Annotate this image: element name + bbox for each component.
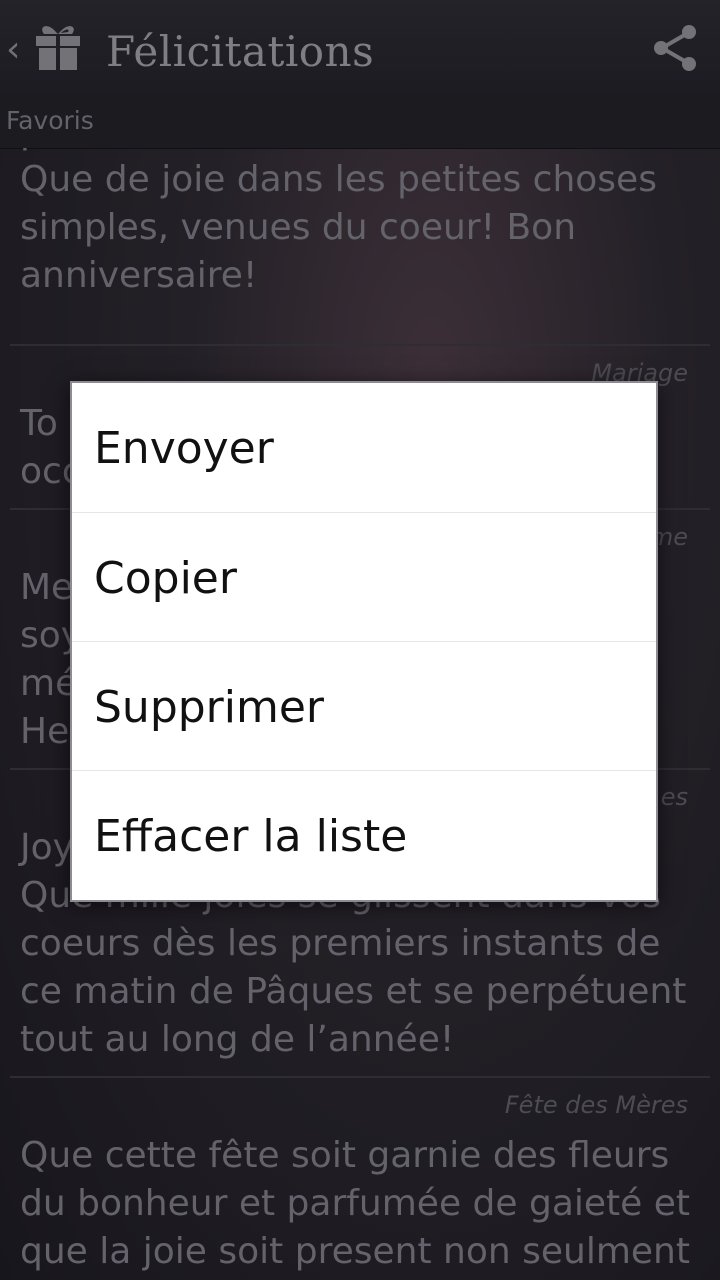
- menu-item-envoyer[interactable]: Envoyer: [72, 383, 656, 511]
- menu-item-effacer-la-liste[interactable]: Effacer la liste: [72, 771, 656, 899]
- menu-item-label: Effacer la liste: [94, 811, 408, 862]
- menu-item-label: Supprimer: [94, 682, 325, 733]
- menu-item-supprimer[interactable]: Supprimer: [72, 642, 656, 770]
- menu-item-label: Envoyer: [94, 423, 274, 474]
- menu-item-label: Copier: [94, 553, 237, 604]
- context-menu-dialog: Envoyer Copier Supprimer Effacer la list…: [70, 381, 658, 902]
- menu-item-copier[interactable]: Copier: [72, 513, 656, 641]
